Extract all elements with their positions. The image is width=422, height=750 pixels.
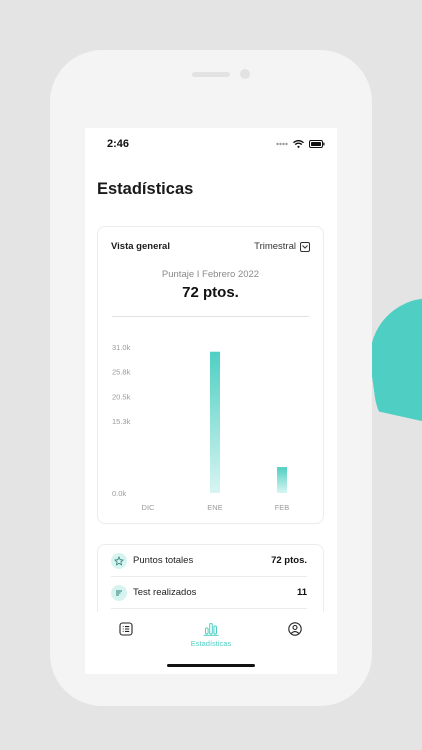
stat-value: 72 ptos. bbox=[271, 555, 307, 566]
bar-chart-icon bbox=[203, 623, 219, 636]
status-bar: 2:46 bbox=[85, 128, 337, 162]
tab-label: Estadísticas bbox=[190, 639, 232, 648]
period-selected: Trimestral bbox=[254, 241, 296, 252]
stat-value: 11 bbox=[296, 587, 307, 598]
front-camera bbox=[240, 69, 250, 79]
score-label: Puntaje I Febrero 2022 bbox=[161, 269, 260, 280]
x-tick-label: ENE bbox=[207, 503, 222, 511]
x-tick-label: FEB bbox=[275, 503, 290, 511]
chart-bars bbox=[210, 351, 287, 493]
chevron-down-icon bbox=[300, 241, 310, 252]
status-icons bbox=[276, 140, 325, 148]
period-dropdown[interactable]: Trimestral bbox=[254, 241, 310, 252]
tab-estadisticas[interactable]: Estadísticas bbox=[183, 622, 239, 648]
wifi-icon bbox=[293, 140, 304, 148]
list-icon bbox=[119, 622, 133, 636]
stat-row-tests[interactable]: Test realizados 11 bbox=[111, 577, 307, 609]
overview-label: Vista general bbox=[111, 241, 170, 252]
tab-profile[interactable] bbox=[288, 622, 302, 636]
battery-icon bbox=[309, 140, 325, 148]
status-time: 2:46 bbox=[107, 138, 130, 150]
y-tick-label: 25.8k bbox=[112, 367, 131, 376]
overview-card-header: Vista general Trimestral bbox=[111, 241, 310, 252]
page-title: Estadísticas bbox=[97, 180, 194, 198]
y-tick-label: 31.0k bbox=[112, 343, 131, 352]
stat-label: Test realizados bbox=[133, 587, 197, 598]
x-axis-ticks: DIC ENE FEB bbox=[142, 503, 290, 511]
y-tick-label: 20.5k bbox=[112, 392, 131, 401]
x-tick-label: DIC bbox=[142, 503, 156, 511]
score-bar-chart: 31.0k 25.8k 20.5k 15.3k 0.0k DIC ENE FEB bbox=[112, 343, 290, 511]
phone-frame: 2:46 Estadísticas Vista general Trimestr… bbox=[50, 50, 372, 706]
y-tick-label: 0.0k bbox=[112, 489, 126, 498]
card-divider bbox=[112, 316, 309, 317]
app-screen: 2:46 Estadísticas Vista general Trimestr… bbox=[85, 128, 337, 674]
stat-row-points[interactable]: Puntos totales 72 ptos. bbox=[111, 545, 307, 577]
home-indicator bbox=[167, 664, 255, 667]
bar-feb bbox=[277, 467, 287, 493]
tab-list[interactable] bbox=[119, 622, 133, 636]
overview-card: Vista general Trimestral Puntaje I Febre… bbox=[97, 226, 324, 524]
score-value: 72 ptos. bbox=[182, 284, 239, 301]
speaker-grille bbox=[192, 72, 230, 77]
y-axis-ticks: 31.0k 25.8k 20.5k 15.3k 0.0k bbox=[112, 343, 131, 498]
profile-icon bbox=[288, 622, 302, 636]
y-tick-label: 15.3k bbox=[112, 417, 131, 426]
tab-bar: Estadísticas bbox=[85, 612, 337, 674]
bar-ene bbox=[210, 351, 220, 493]
star-icon bbox=[111, 552, 127, 569]
stat-label: Puntos totales bbox=[133, 555, 194, 566]
signal-dots-icon bbox=[276, 142, 288, 146]
list-lines-icon bbox=[111, 584, 127, 601]
